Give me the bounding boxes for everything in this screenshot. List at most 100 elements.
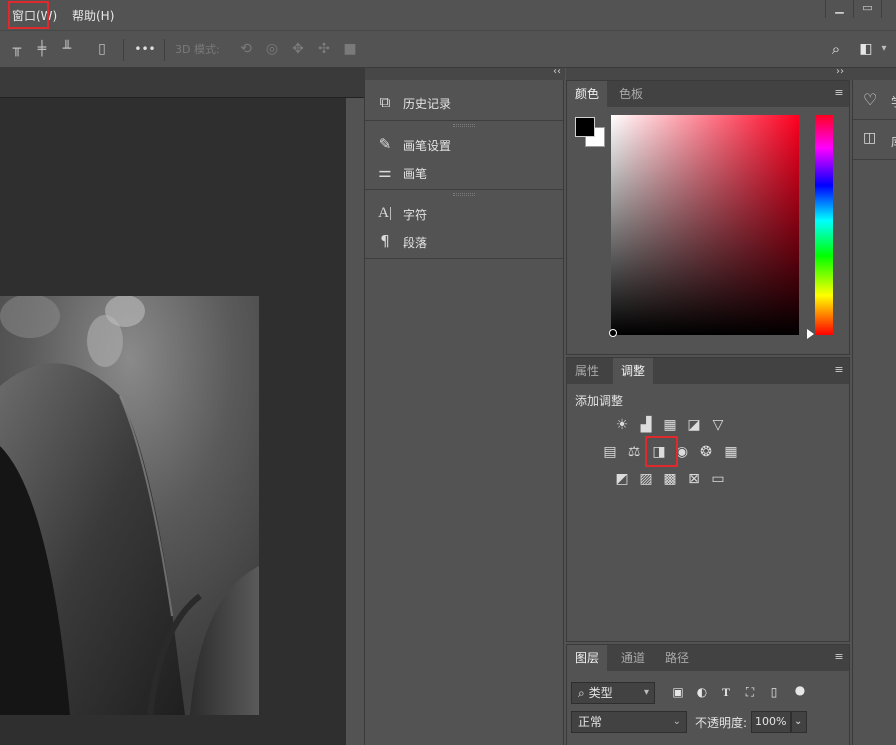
- 3d-orbit-icon[interactable]: ⟲: [238, 41, 254, 57]
- dock-item-label: 段落: [403, 236, 428, 250]
- blend-mode-dropdown[interactable]: 正常 ⌄: [571, 711, 687, 733]
- dock-item-libraries[interactable]: ◫ 库: [853, 120, 896, 160]
- hue-slider-handle[interactable]: [807, 329, 814, 339]
- opacity-label: 不透明度:: [695, 716, 748, 730]
- divider: [164, 39, 165, 61]
- dock-item-brush-settings[interactable]: ✎ 画笔设置: [375, 134, 555, 154]
- expand-icon[interactable]: ››: [836, 66, 844, 77]
- posterize-icon[interactable]: ▨: [637, 470, 655, 488]
- panel-grip[interactable]: [453, 193, 475, 196]
- dock-item-label: 画笔设置: [403, 139, 452, 153]
- hue-slider[interactable]: [815, 115, 833, 335]
- search-icon[interactable]: ⌕: [828, 41, 844, 57]
- paragraph-icon: ¶: [380, 232, 390, 250]
- curves-icon[interactable]: ▦: [661, 416, 679, 434]
- 3d-pan-icon[interactable]: ✥: [290, 41, 306, 57]
- restore-icon[interactable]: ▭: [853, 0, 881, 18]
- layers-panel-tabs: 图层 通道 路径 ≡: [567, 645, 849, 671]
- vertical-scrollbar[interactable]: [346, 98, 364, 745]
- collapse-icon[interactable]: ‹‹: [553, 66, 561, 77]
- workspace-icon[interactable]: ◧: [858, 41, 874, 57]
- dock-group-type: A| 字符 ¶ 段落: [365, 190, 563, 259]
- align-vcenter-icon[interactable]: ╪: [34, 41, 50, 57]
- dock-item-learn[interactable]: ♡ 学: [853, 80, 896, 120]
- color-panel-body: [567, 107, 849, 354]
- image-filter-icon[interactable]: ▣: [671, 685, 685, 699]
- history-icon: ⧉: [379, 93, 391, 111]
- search-icon: ⌕: [578, 686, 585, 700]
- libraries-label: 库: [891, 133, 896, 150]
- minimize-icon[interactable]: ▁: [825, 0, 853, 18]
- panel-column-header: ››: [566, 66, 896, 80]
- channel-mixer-icon[interactable]: ❂: [697, 443, 715, 461]
- blend-mode-value: 正常: [578, 715, 603, 729]
- menu-bar: 窗口(W) 帮助(H) ▁ ▭: [0, 0, 896, 30]
- hue-saturation-icon[interactable]: ▤: [601, 443, 619, 461]
- learn-label: 学: [891, 93, 896, 110]
- layer-filter-dropdown[interactable]: ⌕ 类型 ▾: [571, 682, 655, 704]
- divider: [123, 39, 124, 61]
- far-right-dock: ♡ 学 ◫ 库: [852, 80, 896, 745]
- 3d-slide-icon[interactable]: ✣: [316, 41, 332, 57]
- brightness-contrast-icon[interactable]: ☀: [613, 416, 631, 434]
- adjustment-filter-icon[interactable]: ◐: [695, 685, 709, 699]
- color-picker-handle[interactable]: [609, 329, 617, 337]
- tab-properties[interactable]: 属性: [567, 358, 607, 384]
- tab-channels[interactable]: 通道: [613, 645, 653, 671]
- dock-item-history[interactable]: ⧉ 历史记录: [375, 92, 555, 112]
- brush-settings-icon: ✎: [378, 135, 392, 153]
- chevron-down-icon[interactable]: ▾: [876, 41, 892, 57]
- layers-panel: 图层 通道 路径 ≡ ⌕ 类型 ▾ ▣ ◐ T ⛶ ▯ ● 正常 ⌄ 不透明度:…: [566, 644, 850, 745]
- align-bottom-icon[interactable]: ╨: [59, 41, 75, 57]
- dock-item-paragraph[interactable]: ¶ 段落: [375, 231, 555, 251]
- options-bar: ╥ ╪ ╨ ▯ ••• 3D 模式: ⟲ ◎ ✥ ✣ ■ ⌕ ◧ ▾: [0, 30, 896, 68]
- opacity-field[interactable]: 100%: [751, 711, 791, 733]
- tab-paths[interactable]: 路径: [657, 645, 697, 671]
- panel-menu-icon[interactable]: ≡: [833, 87, 845, 99]
- tab-swatches[interactable]: 色板: [611, 81, 651, 107]
- exposure-icon[interactable]: ◪: [685, 416, 703, 434]
- dock-group-brush: ✎ 画笔设置 ⚌ 画笔: [365, 121, 563, 190]
- tab-adjustments[interactable]: 调整: [613, 358, 654, 384]
- tab-color[interactable]: 颜色: [567, 81, 608, 107]
- color-panel-tabs: 颜色 色板 ≡: [567, 81, 849, 107]
- chevron-down-icon: ▾: [643, 687, 649, 698]
- dock-item-label: 历史记录: [403, 97, 452, 111]
- opacity-dropdown-button[interactable]: ⌄: [791, 711, 807, 733]
- align-top-icon[interactable]: ╥: [9, 41, 25, 57]
- 3d-roll-icon[interactable]: ◎: [264, 41, 280, 57]
- tab-layers[interactable]: 图层: [567, 645, 608, 671]
- gradient-map-icon[interactable]: ▭: [709, 470, 727, 488]
- vibrance-icon[interactable]: ▽: [709, 416, 727, 434]
- panel-menu-icon[interactable]: ≡: [833, 364, 845, 376]
- distribute-icon[interactable]: ▯: [94, 41, 110, 57]
- learn-icon: ♡: [863, 90, 878, 109]
- more-icon[interactable]: •••: [134, 41, 156, 57]
- levels-icon[interactable]: ▟: [637, 416, 655, 434]
- color-picker-field[interactable]: [611, 115, 799, 335]
- brush-icon: ⚌: [378, 163, 392, 181]
- panel-grip[interactable]: [453, 124, 475, 127]
- document-tab-bar: [0, 68, 364, 98]
- menu-window-highlight: [8, 1, 49, 29]
- collapsed-panel-dock: ‹‹ ⧉ 历史记录 ✎ 画笔设置 ⚌ 画笔 A| 字符 ¶ 段落: [364, 66, 565, 745]
- dock-item-character[interactable]: A| 字符: [375, 203, 555, 223]
- 3d-camera-icon[interactable]: ■: [342, 41, 358, 57]
- filter-toggle-icon[interactable]: ●: [793, 683, 807, 697]
- add-adjustment-title: 添加调整: [575, 394, 624, 408]
- panel-menu-icon[interactable]: ≡: [833, 651, 845, 663]
- foreground-color-swatch[interactable]: [575, 117, 595, 137]
- selective-color-icon[interactable]: ⊠: [685, 470, 703, 488]
- dock-group-history: ⧉ 历史记录: [365, 80, 563, 121]
- menu-help[interactable]: 帮助(H): [72, 7, 114, 24]
- color-balance-icon[interactable]: ⚖: [625, 443, 643, 461]
- invert-icon[interactable]: ◩: [613, 470, 631, 488]
- close-icon[interactable]: [881, 0, 896, 18]
- type-filter-icon[interactable]: T: [719, 685, 733, 699]
- smart-object-filter-icon[interactable]: ▯: [767, 685, 781, 699]
- dock-item-brush[interactable]: ⚌ 画笔: [375, 162, 555, 182]
- threshold-icon[interactable]: ▩: [661, 470, 679, 488]
- libraries-icon: ◫: [863, 130, 877, 146]
- shape-filter-icon[interactable]: ⛶: [743, 685, 757, 699]
- color-lookup-icon[interactable]: ▦: [722, 443, 740, 461]
